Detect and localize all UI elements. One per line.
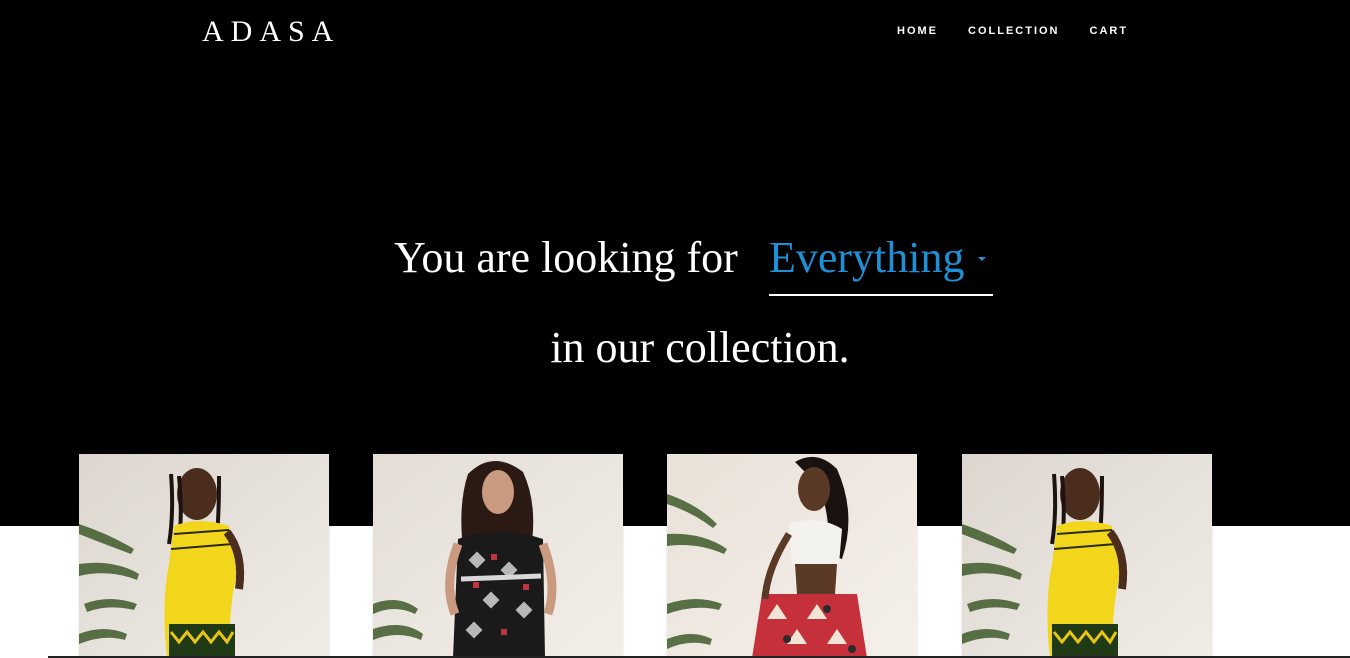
product-card[interactable] — [667, 454, 917, 658]
product-grid — [0, 454, 1350, 658]
caret-down-icon — [978, 257, 986, 261]
page: ADASA HOME COLLECTION CART You are looki… — [0, 0, 1350, 658]
nav-home-link[interactable]: HOME — [882, 24, 953, 38]
headline-lead-text: You are looking for — [394, 233, 738, 282]
headline-trailing-text: in our collection. — [550, 323, 850, 372]
headline-line-1: You are looking for Everything — [0, 226, 1350, 296]
product-image-print-skirt — [667, 454, 917, 658]
product-image-geometric-jumpsuit — [373, 454, 623, 658]
main-nav: HOME COLLECTION CART — [882, 24, 1143, 38]
headline-line-2: in our collection. — [0, 318, 1350, 378]
nav-collection-link[interactable]: COLLECTION — [953, 24, 1075, 38]
category-filter-dropdown[interactable]: Everything — [769, 226, 993, 296]
product-card[interactable] — [962, 454, 1212, 658]
product-image-yellow-dress — [962, 454, 1212, 658]
product-image-yellow-dress — [79, 454, 329, 658]
product-card[interactable] — [79, 454, 329, 658]
nav-cart-link[interactable]: CART — [1075, 24, 1144, 38]
site-header: ADASA HOME COLLECTION CART — [0, 0, 1350, 64]
product-card[interactable] — [373, 454, 623, 658]
site-logo[interactable]: ADASA — [202, 14, 340, 50]
category-filter-value: Everything — [769, 233, 965, 282]
